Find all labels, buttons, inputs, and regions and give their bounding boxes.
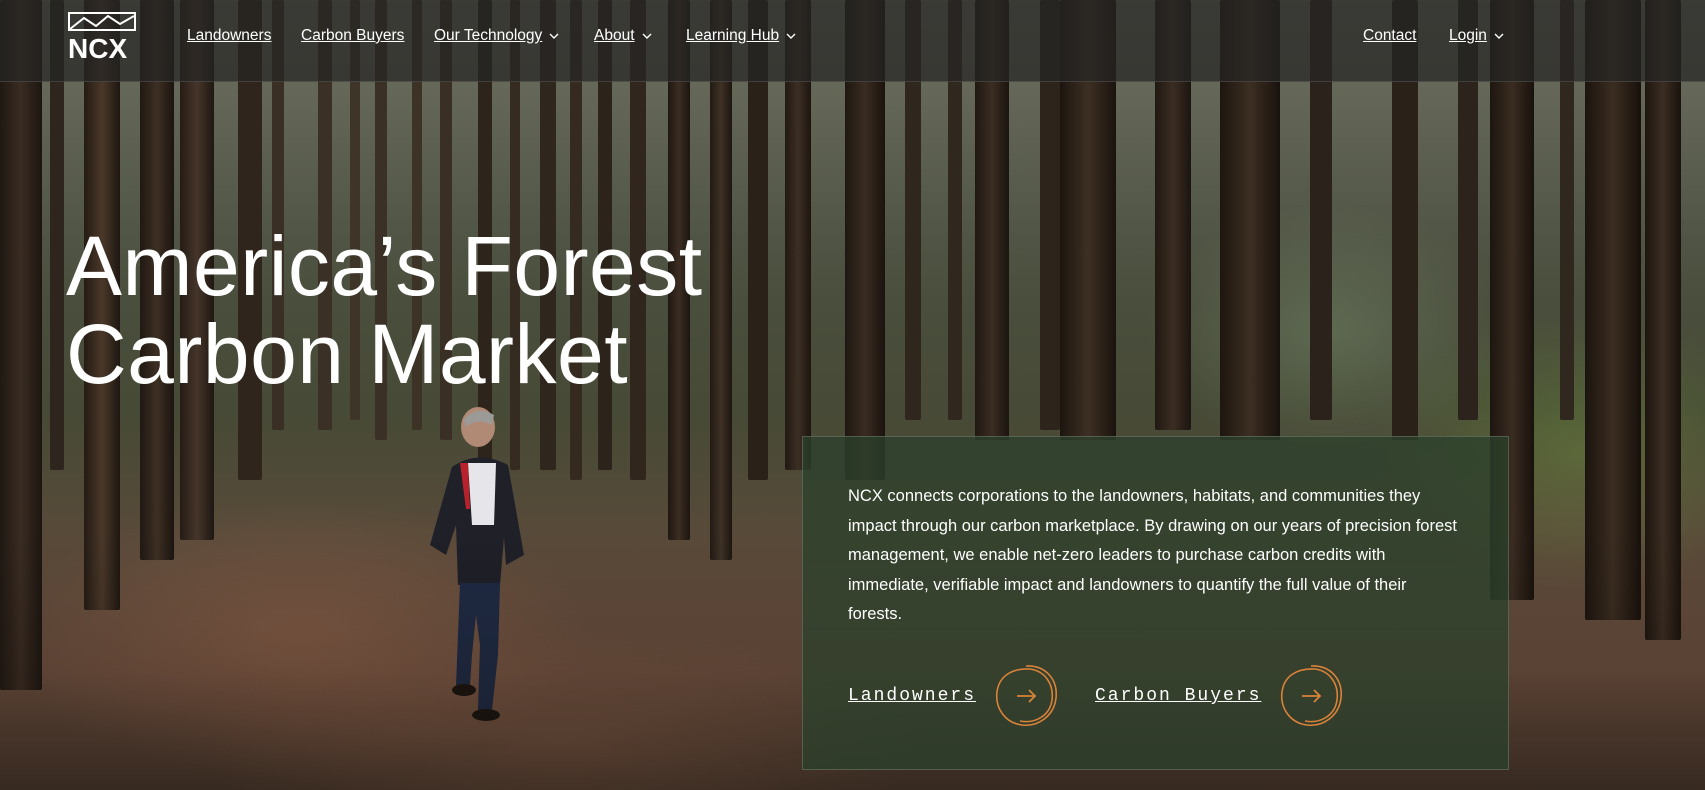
nav-contact-label: Contact [1363,27,1417,44]
nav-contact[interactable]: Contact [1363,27,1416,45]
intro-description: NCX connects corporations to the landown… [848,487,1457,623]
chevron-down-icon [549,33,559,39]
ncx-logo-icon: NCX [68,12,136,64]
nav-landowners[interactable]: Landowners [187,27,271,45]
nav-about[interactable]: About [594,27,652,45]
nav-our-technology-label: Our Technology [434,27,543,44]
intro-card: NCX connects corporations to the landown… [802,436,1509,770]
tree-trunk [1585,0,1641,620]
landowners-cta-button[interactable]: Landowners [848,660,1062,732]
hero-title-line1: America’s Forest [66,219,703,313]
hero-title: America’s Forest Carbon Market [66,222,703,398]
arrow-right-icon [996,665,1057,726]
chevron-down-icon [786,33,796,39]
nav-about-label: About [594,27,635,44]
nav-our-technology[interactable]: Our Technology [434,27,559,45]
arrow-right-icon [1281,665,1343,726]
chevron-down-icon [1494,33,1504,39]
nav-learning-hub[interactable]: Learning Hub [686,27,796,45]
logo-text: NCX [68,33,127,60]
nav-carbon-buyers-label: Carbon Buyers [301,27,405,44]
nav-learning-hub-label: Learning Hub [686,27,780,44]
carbon-buyers-cta-label: Carbon Buyers [1095,686,1262,706]
chevron-down-icon [642,33,652,39]
landowners-cta-label: Landowners [848,686,977,706]
ncx-logo[interactable]: NCX [68,12,136,64]
carbon-buyers-cta-button[interactable]: Carbon Buyers [1095,660,1347,732]
nav-login-label: Login [1449,27,1487,44]
site-header: NCX Landowners Carbon Buyers Our Technol… [0,0,1705,82]
nav-landowners-label: Landowners [187,27,272,44]
nav-login[interactable]: Login [1449,27,1504,45]
tree-trunk [710,0,732,560]
nav-carbon-buyers[interactable]: Carbon Buyers [301,27,404,45]
hero-title-line2: Carbon Market [66,307,629,401]
